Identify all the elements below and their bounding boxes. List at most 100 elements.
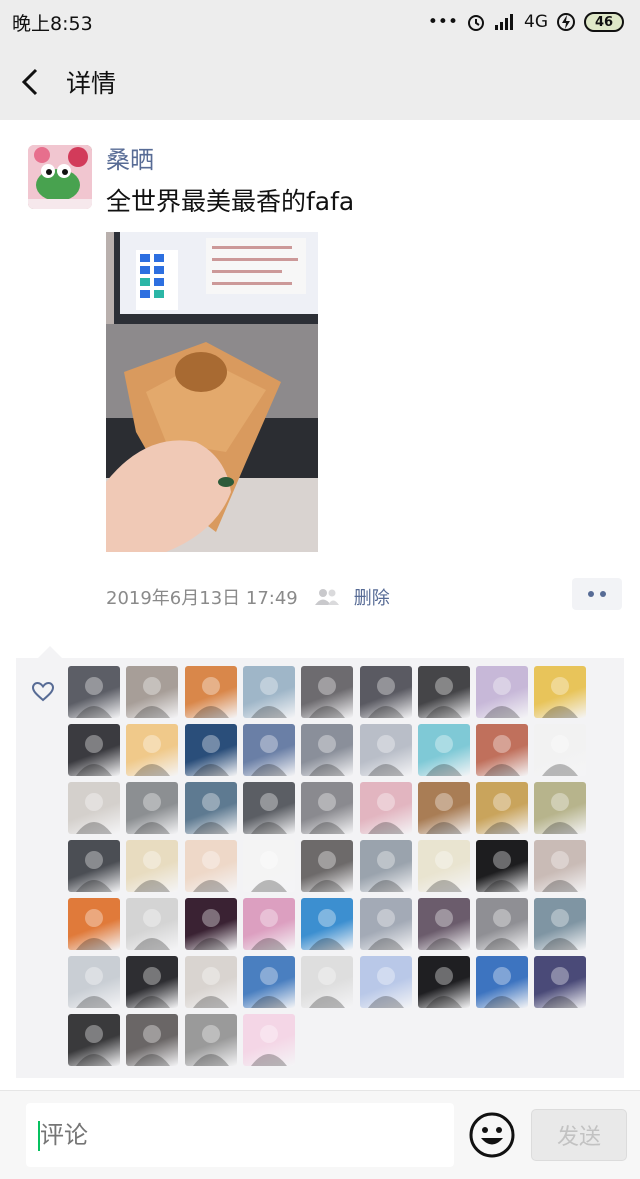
liker-avatar[interactable] bbox=[301, 782, 354, 834]
likes-panel bbox=[16, 646, 624, 1078]
send-button[interactable]: 发送 bbox=[531, 1109, 627, 1161]
liker-avatar[interactable] bbox=[301, 898, 354, 950]
liker-avatar[interactable] bbox=[417, 666, 470, 718]
liker-avatar[interactable] bbox=[476, 666, 529, 718]
liker-avatar[interactable] bbox=[417, 840, 470, 892]
liker-avatar[interactable] bbox=[68, 1014, 120, 1066]
liker-avatar-image bbox=[367, 677, 404, 718]
nav-bar: 详情 bbox=[0, 44, 640, 120]
status-icons: ••• 4G 46 bbox=[428, 12, 624, 32]
liker-avatar[interactable] bbox=[126, 666, 179, 718]
delete-link[interactable]: 删除 bbox=[354, 584, 390, 610]
author-name[interactable]: 桑晒 bbox=[106, 140, 154, 175]
liker-avatar[interactable] bbox=[534, 898, 587, 950]
liker-avatar-image bbox=[367, 793, 404, 834]
liker-avatar[interactable] bbox=[242, 724, 295, 776]
liker-avatar[interactable] bbox=[126, 898, 179, 950]
liker-avatar-image bbox=[76, 793, 112, 834]
liker-avatar[interactable] bbox=[242, 1014, 295, 1066]
liker-avatar[interactable] bbox=[68, 956, 120, 1008]
liker-avatar[interactable] bbox=[184, 782, 237, 834]
liker-avatar[interactable] bbox=[534, 724, 587, 776]
liker-avatar[interactable] bbox=[476, 724, 529, 776]
emoji-icon[interactable] bbox=[468, 1111, 516, 1159]
post-photo[interactable] bbox=[106, 232, 318, 552]
liker-avatar[interactable] bbox=[417, 898, 470, 950]
liker-avatar[interactable] bbox=[184, 724, 237, 776]
liker-avatar[interactable] bbox=[184, 898, 237, 950]
liker-avatar[interactable] bbox=[68, 782, 120, 834]
liker-avatar-image bbox=[192, 735, 229, 776]
liker-avatar[interactable] bbox=[126, 840, 179, 892]
liker-avatar[interactable] bbox=[184, 956, 237, 1008]
liker-avatar-image bbox=[367, 909, 404, 950]
liker-avatar[interactable] bbox=[126, 1014, 179, 1066]
liker-avatar-image bbox=[367, 735, 404, 776]
liker-avatar-image bbox=[484, 793, 521, 834]
liker-avatar[interactable] bbox=[242, 840, 295, 892]
liker-avatar[interactable] bbox=[534, 782, 587, 834]
liker-avatar[interactable] bbox=[534, 840, 587, 892]
liker-avatar-image bbox=[542, 677, 579, 718]
liker-avatar[interactable] bbox=[417, 782, 470, 834]
liker-avatar[interactable] bbox=[68, 666, 120, 718]
post-text: 全世界最美最香的fafa bbox=[106, 187, 355, 216]
liker-avatar-image bbox=[542, 735, 579, 776]
liker-avatar-image bbox=[250, 967, 287, 1008]
liker-avatar[interactable] bbox=[417, 956, 470, 1008]
liker-avatar[interactable] bbox=[242, 666, 295, 718]
liker-avatar[interactable] bbox=[242, 956, 295, 1008]
liker-avatar[interactable] bbox=[534, 666, 587, 718]
liker-avatar[interactable] bbox=[476, 840, 529, 892]
more-dot bbox=[600, 591, 606, 597]
liker-avatar-image bbox=[76, 967, 112, 1008]
liker-avatar-image bbox=[134, 1025, 171, 1066]
liker-avatar[interactable] bbox=[68, 724, 120, 776]
comment-input[interactable] bbox=[26, 1103, 454, 1167]
liker-avatar[interactable] bbox=[184, 1014, 237, 1066]
liker-avatar-image bbox=[250, 735, 287, 776]
liker-avatar[interactable] bbox=[359, 666, 412, 718]
liker-avatar[interactable] bbox=[359, 956, 412, 1008]
liker-avatar-image bbox=[425, 735, 462, 776]
liker-avatar[interactable] bbox=[359, 898, 412, 950]
liker-avatar-image bbox=[484, 967, 521, 1008]
liker-avatar[interactable] bbox=[534, 956, 587, 1008]
more-options-button[interactable] bbox=[572, 578, 622, 610]
liker-avatar[interactable] bbox=[126, 724, 179, 776]
liker-avatar-image bbox=[484, 735, 521, 776]
notification-dots: ••• bbox=[427, 12, 458, 32]
liker-avatar[interactable] bbox=[126, 956, 179, 1008]
page-title: 详情 bbox=[66, 69, 117, 98]
liker-avatar[interactable] bbox=[68, 840, 120, 892]
liker-avatar[interactable] bbox=[301, 666, 354, 718]
liker-avatar-image bbox=[250, 851, 287, 892]
back-button[interactable] bbox=[0, 44, 60, 120]
liker-avatar[interactable] bbox=[68, 898, 120, 950]
liker-avatar[interactable] bbox=[301, 724, 354, 776]
liker-avatar[interactable] bbox=[476, 898, 529, 950]
liker-avatar[interactable] bbox=[417, 724, 470, 776]
liker-avatar[interactable] bbox=[242, 898, 295, 950]
liker-avatar-image bbox=[484, 909, 521, 950]
liker-avatar-image bbox=[134, 967, 171, 1008]
liker-avatar[interactable] bbox=[359, 724, 412, 776]
liker-avatar-image bbox=[367, 851, 404, 892]
liker-avatar[interactable] bbox=[476, 782, 529, 834]
author-avatar[interactable] bbox=[28, 145, 92, 209]
liker-avatar[interactable] bbox=[476, 956, 529, 1008]
liker-avatar-image bbox=[134, 677, 171, 718]
liker-avatar[interactable] bbox=[184, 840, 237, 892]
liker-avatar[interactable] bbox=[126, 782, 179, 834]
liker-avatar[interactable] bbox=[301, 840, 354, 892]
liker-avatar-image bbox=[192, 793, 229, 834]
liker-avatar-image bbox=[134, 909, 171, 950]
liker-avatar[interactable] bbox=[359, 782, 412, 834]
liker-avatar[interactable] bbox=[359, 840, 412, 892]
liker-avatar[interactable] bbox=[184, 666, 237, 718]
status-bar: 晚上8:53 ••• 4G 46 bbox=[0, 0, 640, 44]
liker-avatar[interactable] bbox=[301, 956, 354, 1008]
liker-avatar[interactable] bbox=[242, 782, 295, 834]
liker-avatar-image bbox=[542, 793, 579, 834]
liker-avatar-image bbox=[250, 677, 287, 718]
